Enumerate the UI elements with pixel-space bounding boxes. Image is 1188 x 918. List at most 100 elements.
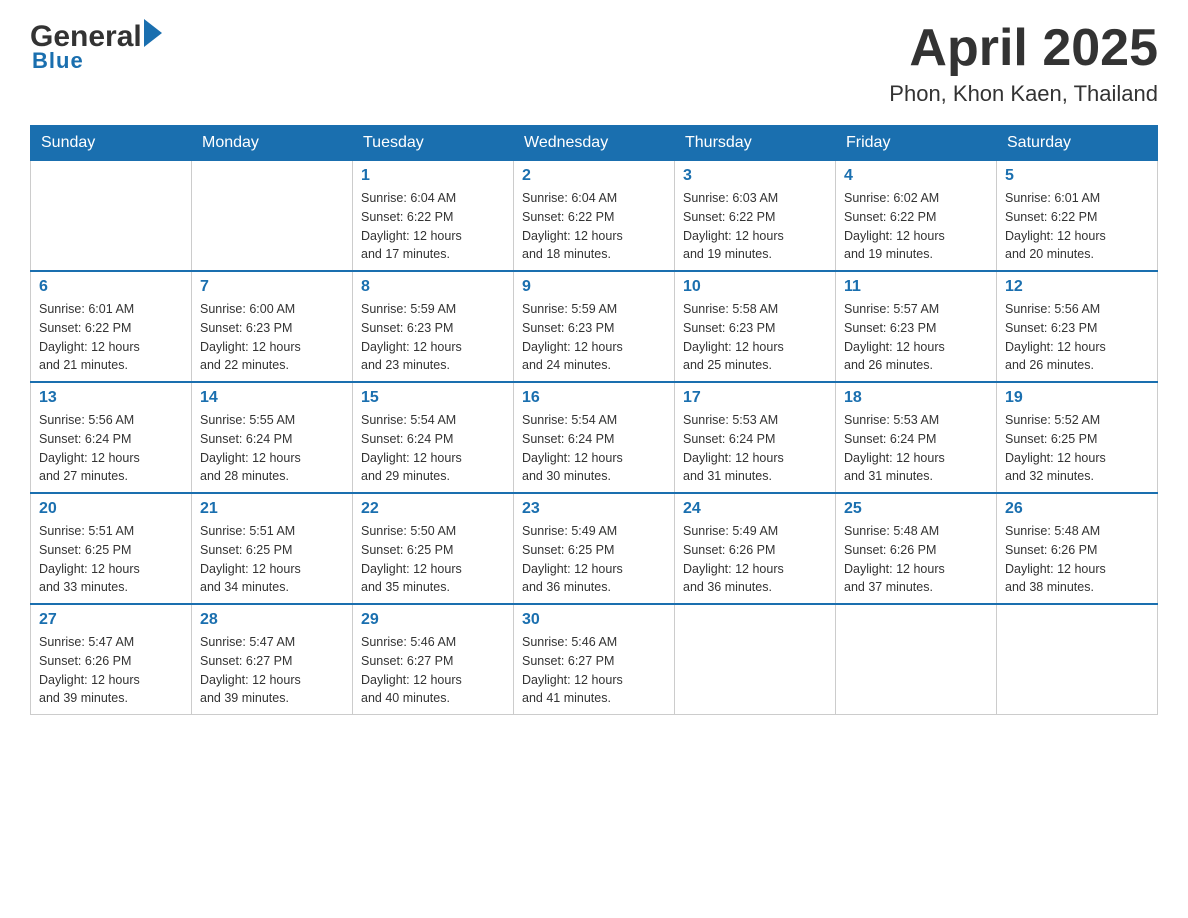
day-number: 17 [683, 389, 827, 407]
day-number: 29 [361, 611, 505, 629]
day-info: Sunrise: 6:01 AM Sunset: 6:22 PM Dayligh… [39, 300, 183, 375]
calendar-cell [192, 161, 353, 272]
calendar-cell: 28Sunrise: 5:47 AM Sunset: 6:27 PM Dayli… [192, 604, 353, 715]
day-info: Sunrise: 6:02 AM Sunset: 6:22 PM Dayligh… [844, 189, 988, 264]
logo: General Blue [30, 20, 162, 74]
weekday-header-saturday: Saturday [997, 126, 1158, 161]
calendar-cell: 21Sunrise: 5:51 AM Sunset: 6:25 PM Dayli… [192, 493, 353, 604]
weekday-header-wednesday: Wednesday [514, 126, 675, 161]
calendar-cell: 14 Sunrise: 5:55 AM Sunset: 6:24 PM Dayli… [192, 382, 353, 493]
day-info: Sunrise: 5:48 AM Sunset: 6:26 PM Dayligh… [844, 522, 988, 597]
calendar-cell: 23 Sunrise: 5:49 AM Sunset: 6:25 PM Dayli… [514, 493, 675, 604]
day-number: 25 [844, 500, 988, 518]
day-info: Sunrise: 5:47 AM Sunset: 6:26 PM Dayligh… [39, 633, 183, 708]
day-info: Sunrise: 5:46 AM Sunset: 6:27 PM Dayligh… [361, 633, 505, 708]
calendar-cell: 18 Sunrise: 5:53 AM Sunset: 6:24 PM Dayli… [836, 382, 997, 493]
calendar-cell: 11 Sunrise: 5:57 AM Sunset: 6:23 PM Dayli… [836, 271, 997, 382]
calendar-week-5: 27 Sunrise: 5:47 AM Sunset: 6:26 PM Dayli… [31, 604, 1158, 715]
calendar-week-1: 1 Sunrise: 6:04 AM Sunset: 6:22 PM Daylig… [31, 161, 1158, 272]
day-info: Sunrise: 5:51 AM Sunset: 6:25 PM Dayligh… [200, 522, 344, 597]
weekday-header-thursday: Thursday [675, 126, 836, 161]
calendar-week-2: 6Sunrise: 6:01 AM Sunset: 6:22 PM Daylig… [31, 271, 1158, 382]
title-block: April 2025 Phon, Khon Kaen, Thailand [889, 20, 1158, 107]
day-number: 10 [683, 278, 827, 296]
day-info: Sunrise: 6:03 AM Sunset: 6:22 PM Dayligh… [683, 189, 827, 264]
day-number: 23 [522, 500, 666, 518]
day-number: 9 [522, 278, 666, 296]
day-number: 5 [1005, 167, 1149, 185]
day-info: Sunrise: 5:55 AM Sunset: 6:24 PM Dayligh… [200, 411, 344, 486]
page-header: General Blue April 2025 Phon, Khon Kaen,… [30, 20, 1158, 107]
day-number: 1 [361, 167, 505, 185]
day-info: Sunrise: 5:51 AM Sunset: 6:25 PM Dayligh… [39, 522, 183, 597]
calendar-cell: 29 Sunrise: 5:46 AM Sunset: 6:27 PM Dayli… [353, 604, 514, 715]
calendar-cell: 15 Sunrise: 5:54 AM Sunset: 6:24 PM Dayli… [353, 382, 514, 493]
day-info: Sunrise: 5:50 AM Sunset: 6:25 PM Dayligh… [361, 522, 505, 597]
day-info: Sunrise: 5:56 AM Sunset: 6:23 PM Dayligh… [1005, 300, 1149, 375]
calendar-cell: 25 Sunrise: 5:48 AM Sunset: 6:26 PM Dayli… [836, 493, 997, 604]
calendar-cell [997, 604, 1158, 715]
day-info: Sunrise: 5:59 AM Sunset: 6:23 PM Dayligh… [522, 300, 666, 375]
day-number: 7 [200, 278, 344, 296]
calendar-cell: 6Sunrise: 6:01 AM Sunset: 6:22 PM Daylig… [31, 271, 192, 382]
calendar-cell: 24Sunrise: 5:49 AM Sunset: 6:26 PM Dayli… [675, 493, 836, 604]
day-number: 2 [522, 167, 666, 185]
day-number: 27 [39, 611, 183, 629]
calendar-cell: 22 Sunrise: 5:50 AM Sunset: 6:25 PM Dayli… [353, 493, 514, 604]
weekday-header-sunday: Sunday [31, 126, 192, 161]
day-info: Sunrise: 5:53 AM Sunset: 6:24 PM Dayligh… [844, 411, 988, 486]
day-number: 22 [361, 500, 505, 518]
calendar-header-row: SundayMondayTuesdayWednesdayThursdayFrid… [31, 126, 1158, 161]
day-info: Sunrise: 5:58 AM Sunset: 6:23 PM Dayligh… [683, 300, 827, 375]
calendar-week-4: 20 Sunrise: 5:51 AM Sunset: 6:25 PM Dayli… [31, 493, 1158, 604]
calendar-cell: 19Sunrise: 5:52 AM Sunset: 6:25 PM Dayli… [997, 382, 1158, 493]
day-number: 30 [522, 611, 666, 629]
day-number: 16 [522, 389, 666, 407]
calendar-week-3: 13 Sunrise: 5:56 AM Sunset: 6:24 PM Dayli… [31, 382, 1158, 493]
logo-arrow-icon [144, 19, 162, 47]
day-number: 14 [200, 389, 344, 407]
logo-blue-text: Blue [30, 48, 84, 74]
calendar-cell [31, 161, 192, 272]
calendar-cell: 30Sunrise: 5:46 AM Sunset: 6:27 PM Dayli… [514, 604, 675, 715]
day-info: Sunrise: 5:54 AM Sunset: 6:24 PM Dayligh… [522, 411, 666, 486]
calendar-subtitle: Phon, Khon Kaen, Thailand [889, 81, 1158, 107]
calendar-cell: 17 Sunrise: 5:53 AM Sunset: 6:24 PM Dayli… [675, 382, 836, 493]
calendar-cell: 20 Sunrise: 5:51 AM Sunset: 6:25 PM Dayli… [31, 493, 192, 604]
day-info: Sunrise: 6:01 AM Sunset: 6:22 PM Dayligh… [1005, 189, 1149, 264]
calendar-cell: 8 Sunrise: 5:59 AM Sunset: 6:23 PM Daylig… [353, 271, 514, 382]
calendar-cell: 10 Sunrise: 5:58 AM Sunset: 6:23 PM Dayli… [675, 271, 836, 382]
day-info: Sunrise: 5:49 AM Sunset: 6:25 PM Dayligh… [522, 522, 666, 597]
day-number: 26 [1005, 500, 1149, 518]
calendar-cell: 9 Sunrise: 5:59 AM Sunset: 6:23 PM Daylig… [514, 271, 675, 382]
day-info: Sunrise: 5:48 AM Sunset: 6:26 PM Dayligh… [1005, 522, 1149, 597]
calendar-cell: 2 Sunrise: 6:04 AM Sunset: 6:22 PM Daylig… [514, 161, 675, 272]
calendar-cell: 26 Sunrise: 5:48 AM Sunset: 6:26 PM Dayli… [997, 493, 1158, 604]
day-number: 19 [1005, 389, 1149, 407]
calendar-cell [836, 604, 997, 715]
day-info: Sunrise: 5:49 AM Sunset: 6:26 PM Dayligh… [683, 522, 827, 597]
day-number: 8 [361, 278, 505, 296]
calendar-cell: 1 Sunrise: 6:04 AM Sunset: 6:22 PM Daylig… [353, 161, 514, 272]
day-info: Sunrise: 5:56 AM Sunset: 6:24 PM Dayligh… [39, 411, 183, 486]
day-info: Sunrise: 6:04 AM Sunset: 6:22 PM Dayligh… [522, 189, 666, 264]
day-info: Sunrise: 5:57 AM Sunset: 6:23 PM Dayligh… [844, 300, 988, 375]
calendar-cell: 27 Sunrise: 5:47 AM Sunset: 6:26 PM Dayli… [31, 604, 192, 715]
day-number: 12 [1005, 278, 1149, 296]
day-info: Sunrise: 6:04 AM Sunset: 6:22 PM Dayligh… [361, 189, 505, 264]
calendar-cell: 13 Sunrise: 5:56 AM Sunset: 6:24 PM Dayli… [31, 382, 192, 493]
day-number: 15 [361, 389, 505, 407]
day-info: Sunrise: 5:53 AM Sunset: 6:24 PM Dayligh… [683, 411, 827, 486]
day-info: Sunrise: 5:59 AM Sunset: 6:23 PM Dayligh… [361, 300, 505, 375]
day-number: 13 [39, 389, 183, 407]
day-number: 28 [200, 611, 344, 629]
day-number: 11 [844, 278, 988, 296]
day-info: Sunrise: 5:54 AM Sunset: 6:24 PM Dayligh… [361, 411, 505, 486]
day-number: 20 [39, 500, 183, 518]
calendar-cell: 12 Sunrise: 5:56 AM Sunset: 6:23 PM Dayli… [997, 271, 1158, 382]
day-number: 18 [844, 389, 988, 407]
weekday-header-monday: Monday [192, 126, 353, 161]
day-number: 4 [844, 167, 988, 185]
calendar-title: April 2025 [889, 20, 1158, 77]
calendar-table: SundayMondayTuesdayWednesdayThursdayFrid… [30, 125, 1158, 715]
